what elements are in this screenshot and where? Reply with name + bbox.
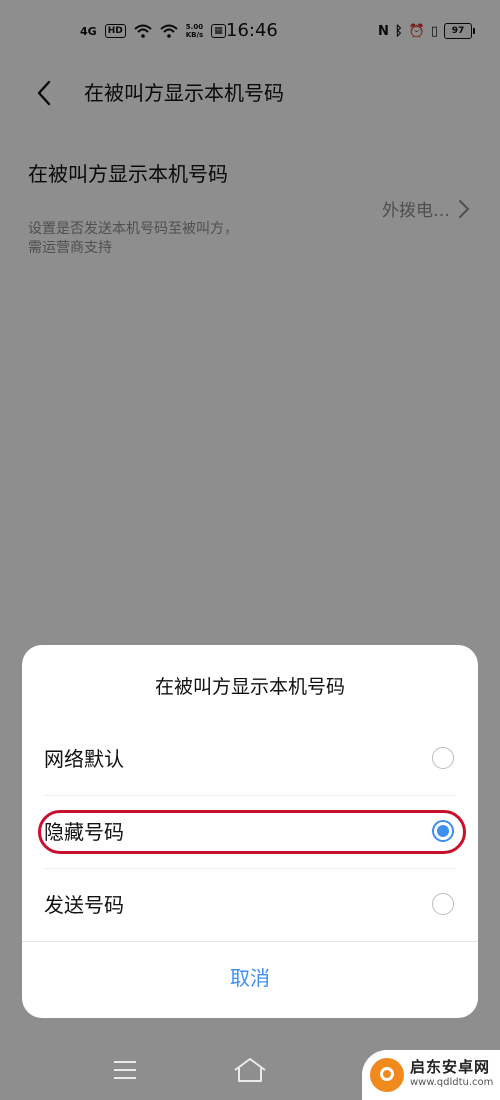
watermark: 启东安卓网 www.qdldtu.com [362, 1050, 500, 1100]
home-icon[interactable] [232, 1056, 268, 1084]
option-label: 网络默认 [44, 747, 124, 771]
watermark-text: 启东安卓网 www.qdldtu.com [410, 1059, 493, 1091]
option-send-number[interactable]: 发送号码 [22, 869, 478, 941]
radio-unchecked-icon[interactable] [432, 893, 454, 915]
caller-id-dialog: 在被叫方显示本机号码 网络默认 隐藏号码 发送号码 取消 [22, 645, 478, 1018]
dialog-title: 在被叫方显示本机号码 [154, 676, 345, 698]
option-label: 隐藏号码 [44, 820, 124, 844]
option-hide-number[interactable]: 隐藏号码 [22, 796, 478, 868]
screen: 4G HD 5.00 KB/s ▦ 16:46 N ᛒ ⏰ ▯ 97 在被叫方显… [0, 0, 500, 1100]
watermark-name: 启东安卓网 [410, 1058, 491, 1076]
cancel-button[interactable]: 取消 [22, 941, 478, 1018]
option-label: 发送号码 [44, 893, 124, 917]
watermark-url: www.qdldtu.com [410, 1077, 494, 1088]
watermark-logo-icon [370, 1058, 404, 1092]
radio-checked-icon[interactable] [432, 820, 454, 842]
menu-icon[interactable] [113, 1060, 137, 1080]
option-network-default[interactable]: 网络默认 [22, 723, 478, 795]
radio-unchecked-icon[interactable] [432, 747, 454, 769]
